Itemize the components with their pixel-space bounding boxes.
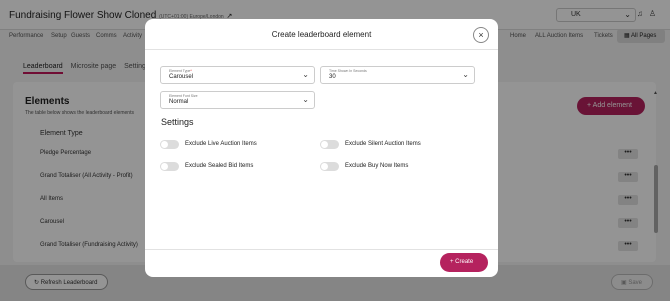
divider (145, 249, 498, 250)
exclude-buy-now-toggle[interactable] (320, 162, 339, 171)
exclude-live-toggle[interactable] (160, 140, 179, 149)
exclude-sealed-toggle[interactable] (160, 162, 179, 171)
time-shown-value: 30 (329, 74, 336, 80)
exclude-sealed-label: Exclude Sealed Bid Items (185, 163, 254, 169)
time-shown-select[interactable]: Time Shown In Seconds 30 ⌄ (320, 66, 475, 84)
exclude-silent-label: Exclude Silent Auction Items (345, 141, 421, 147)
close-icon[interactable]: × (473, 27, 489, 43)
chevron-down-icon: ⌄ (302, 70, 309, 79)
settings-heading: Settings (161, 117, 194, 127)
exclude-live-label: Exclude Live Auction Items (185, 141, 257, 147)
divider (145, 49, 498, 50)
exclude-silent-toggle[interactable] (320, 140, 339, 149)
modal-title: Create leaderboard element (271, 30, 372, 39)
element-type-select[interactable]: Element Type* Carousel ⌄ (160, 66, 315, 84)
create-element-modal: Create leaderboard element × Element Typ… (145, 19, 498, 277)
create-button[interactable]: + Create (440, 253, 488, 272)
chevron-down-icon: ⌄ (462, 70, 469, 79)
element-type-value: Carousel (169, 74, 194, 80)
exclude-buy-now-label: Exclude Buy Now Items (345, 163, 409, 169)
font-size-value: Normal (169, 99, 189, 105)
chevron-down-icon: ⌄ (302, 95, 309, 104)
font-size-select[interactable]: Element Font Size Normal ⌄ (160, 91, 315, 109)
